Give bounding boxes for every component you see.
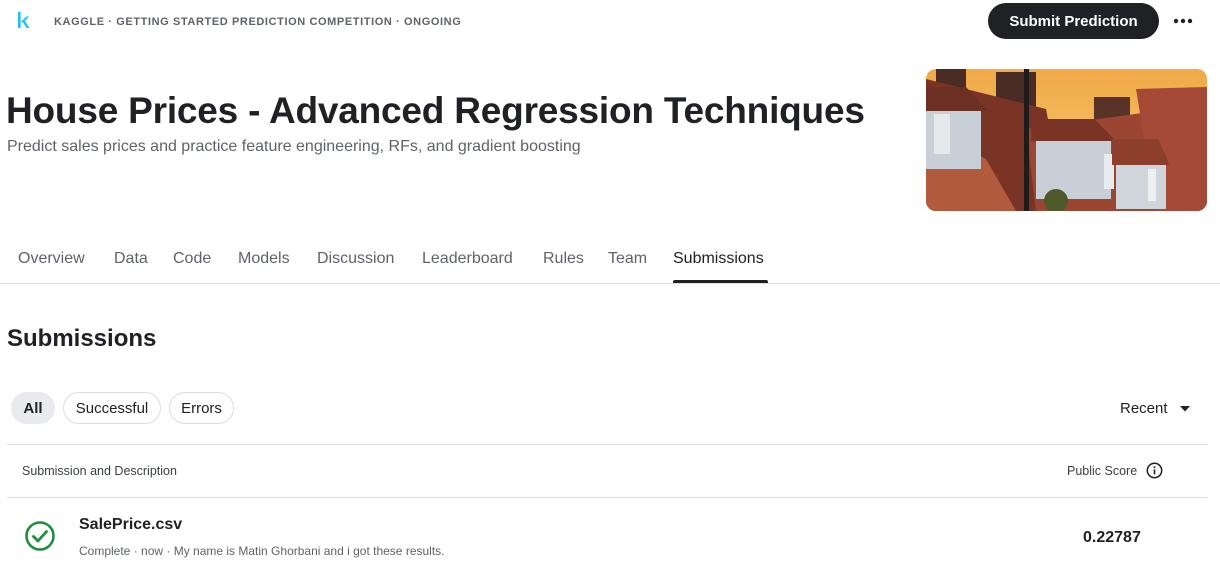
filter-all-chip[interactable]: All	[11, 392, 55, 424]
tab-code[interactable]: Code	[173, 250, 211, 268]
competition-subtitle: Predict sales prices and practice featur…	[7, 138, 581, 155]
competition-tabs: Overview Data Code Models Discussion Lea…	[0, 240, 1220, 284]
info-icon[interactable]	[1146, 462, 1163, 479]
competition-banner-image	[926, 69, 1207, 211]
chevron-down-icon	[1179, 405, 1190, 411]
tab-leaderboard[interactable]: Leaderboard	[422, 250, 513, 268]
active-tab-indicator	[673, 280, 768, 283]
tab-submissions[interactable]: Submissions	[673, 250, 764, 268]
tab-data[interactable]: Data	[114, 250, 148, 268]
submission-row[interactable]: SalePrice.csv Complete · now · My name i…	[7, 498, 1207, 588]
competition-title: House Prices - Advanced Regression Techn…	[6, 90, 865, 131]
tab-discussion[interactable]: Discussion	[317, 250, 394, 268]
public-score-value: 0.22787	[1083, 529, 1141, 546]
more-icon	[1173, 18, 1193, 24]
filter-errors-chip[interactable]: Errors	[169, 392, 234, 424]
sort-dropdown[interactable]: Recent	[1120, 400, 1190, 417]
check-circle-icon	[25, 521, 55, 551]
submissions-table-header: Submission and Description Public Score	[7, 444, 1207, 498]
tab-team[interactable]: Team	[608, 250, 647, 268]
submission-description: Complete · now · My name is Matin Ghorba…	[79, 544, 445, 558]
tab-rules[interactable]: Rules	[543, 250, 584, 268]
submission-file-name[interactable]: SalePrice.csv	[79, 516, 182, 534]
tab-models[interactable]: Models	[238, 250, 290, 268]
breadcrumb: KAGGLE · GETTING STARTED PREDICTION COMP…	[54, 16, 462, 28]
sort-label: Recent	[1120, 400, 1168, 417]
kaggle-logo-letter: k	[17, 10, 28, 33]
column-header-public-score: Public Score	[1067, 464, 1138, 478]
column-header-submission: Submission and Description	[22, 464, 177, 478]
filter-successful-chip[interactable]: Successful	[63, 392, 161, 424]
top-bar: KAGGLE · GETTING STARTED PREDICTION COMP…	[0, 0, 1220, 42]
submit-prediction-button[interactable]: Submit Prediction	[988, 3, 1159, 39]
more-options-button[interactable]	[1168, 8, 1198, 34]
submissions-heading: Submissions	[7, 325, 157, 352]
tab-overview[interactable]: Overview	[18, 250, 85, 268]
